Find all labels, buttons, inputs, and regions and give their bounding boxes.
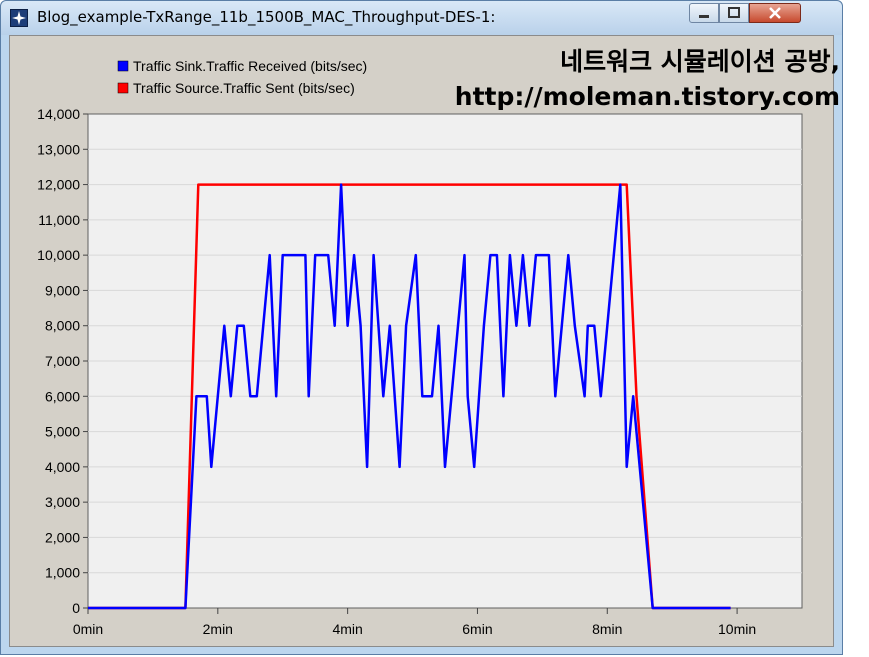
y-tick-label: 9,000 xyxy=(45,282,80,298)
y-tick-label: 8,000 xyxy=(45,318,80,334)
y-tick-label: 1,000 xyxy=(45,565,80,581)
y-tick-label: 14,000 xyxy=(37,106,80,122)
legend-label-received: Traffic Sink.Traffic Received (bits/sec) xyxy=(133,58,367,74)
y-tick-label: 6,000 xyxy=(45,388,80,404)
y-tick-label: 3,000 xyxy=(45,494,80,510)
x-tick-label: 2min xyxy=(203,621,233,637)
x-tick-label: 10min xyxy=(718,621,756,637)
x-tick-label: 6min xyxy=(462,621,492,637)
app-window: Blog_example-TxRange_11b_1500B_MAC_Throu… xyxy=(0,0,843,655)
y-tick-label: 13,000 xyxy=(37,141,80,157)
legend-label-sent: Traffic Source.Traffic Sent (bits/sec) xyxy=(133,80,355,96)
y-tick-label: 0 xyxy=(72,600,80,616)
x-tick-label: 0min xyxy=(73,621,103,637)
y-tick-label: 10,000 xyxy=(37,247,80,263)
legend: Traffic Sink.Traffic Received (bits/sec)… xyxy=(117,58,367,96)
y-tick-label: 11,000 xyxy=(38,212,80,228)
y-tick-label: 12,000 xyxy=(37,177,80,193)
legend-swatch-received xyxy=(117,60,129,72)
x-tick-label: 4min xyxy=(332,621,362,637)
y-tick-label: 2,000 xyxy=(45,529,80,545)
chart-svg: 0 1,000 2,000 3,000 4,000 5,000 6,000 7,000 8,00… xyxy=(37,58,803,637)
legend-swatch-sent xyxy=(117,82,129,94)
x-tick-label: 8min xyxy=(592,621,622,637)
y-tick-label: 4,000 xyxy=(45,459,80,475)
y-axis: 0 1,000 2,000 3,000 4,000 5,000 6,000 7,000 8,00… xyxy=(37,106,88,616)
y-tick-label: 5,000 xyxy=(45,424,80,440)
y-tick-label: 7,000 xyxy=(45,353,80,369)
x-axis: 0min 2min 4min 6min 8min 10min xyxy=(73,608,756,637)
